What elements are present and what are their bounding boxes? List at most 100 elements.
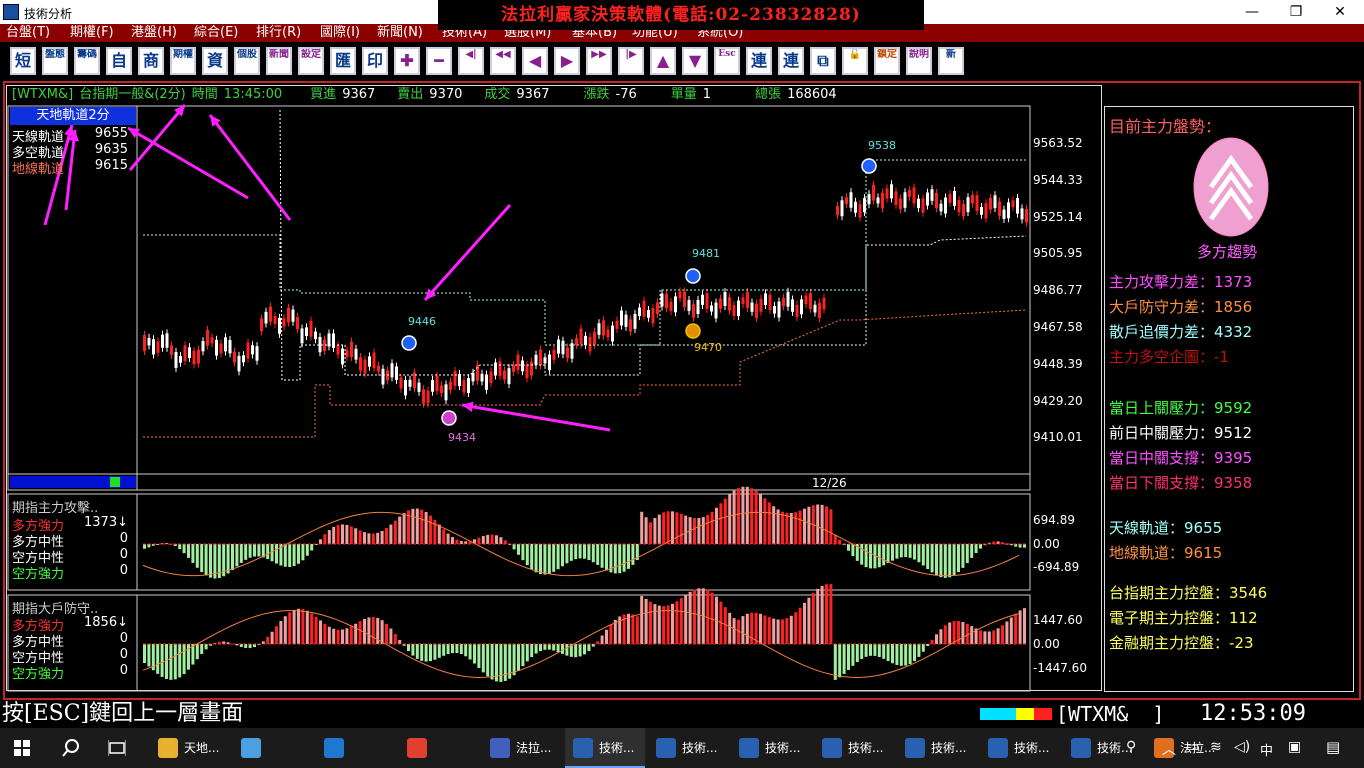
taskbar-app-icon xyxy=(573,738,593,758)
histogram-bar xyxy=(323,534,327,544)
volume-icon[interactable]: ◁) xyxy=(1234,739,1250,755)
task-view-icon[interactable] xyxy=(108,740,126,756)
histogram-bar xyxy=(209,544,212,578)
legend-value: 9615 xyxy=(94,158,128,173)
legend-label: 空方強力 xyxy=(12,667,65,682)
taskbar-item[interactable]: 技術... xyxy=(980,728,1060,768)
histogram-bar xyxy=(961,622,965,644)
histogram-bar xyxy=(583,644,586,655)
candle-body xyxy=(512,365,515,372)
candle-body xyxy=(179,356,182,363)
histogram-bar xyxy=(376,532,380,544)
axis-tick-label: 9448.39 xyxy=(1033,357,1083,371)
histogram-bar xyxy=(486,534,490,544)
histogram-bar xyxy=(248,544,252,558)
histogram-bar xyxy=(257,544,261,557)
histogram-bar xyxy=(987,631,991,644)
people-icon[interactable]: ⚲ xyxy=(1126,739,1136,755)
histogram-bar xyxy=(851,544,855,557)
taskbar-item[interactable]: 技術... xyxy=(648,728,728,768)
histogram-bar xyxy=(481,536,485,544)
sub1-title[interactable]: 期指主力攻擊.. xyxy=(12,497,98,516)
candle-body xyxy=(597,323,601,335)
candle-body xyxy=(309,320,313,337)
taskbar-item[interactable] xyxy=(316,728,396,768)
candle-body xyxy=(786,291,790,307)
histogram-bar xyxy=(728,494,732,544)
panel-row: 主力多空企圖：-1 xyxy=(1109,346,1229,367)
candle-body xyxy=(543,357,547,364)
histogram-bar xyxy=(305,544,309,556)
panel-row: 地線軌道：9615 xyxy=(1109,542,1222,563)
taskbar-item[interactable] xyxy=(399,728,479,768)
taskbar-item[interactable] xyxy=(233,728,313,768)
histogram-bar xyxy=(169,644,173,680)
candle-body xyxy=(773,305,776,314)
histogram-bar xyxy=(838,539,842,544)
histogram-bar xyxy=(842,644,846,674)
price-annotation: 9434 xyxy=(448,431,476,444)
candle-body xyxy=(804,295,808,305)
taskbar-item[interactable]: 技術... xyxy=(565,728,645,768)
histogram-bar xyxy=(679,513,683,544)
candle-body xyxy=(260,318,263,332)
taskbar-item[interactable]: 技術... xyxy=(814,728,894,768)
taskbar-item[interactable]: 技術... xyxy=(731,728,811,768)
annotation-arrow xyxy=(127,126,249,200)
search-icon[interactable] xyxy=(62,739,80,757)
histogram-bar xyxy=(292,544,296,567)
histogram-bar xyxy=(543,644,547,650)
windows-start-icon[interactable] xyxy=(14,740,30,756)
taskbar-item[interactable]: 技術... xyxy=(897,728,977,768)
histogram-bar xyxy=(327,626,331,644)
signal-marker-icon xyxy=(441,410,457,426)
candle-body xyxy=(233,351,236,363)
histogram-bar xyxy=(675,512,679,544)
candle-body xyxy=(993,195,997,209)
candle-body xyxy=(656,302,659,314)
histogram-bar xyxy=(869,544,872,569)
candle-body xyxy=(800,299,803,315)
signal-marker-icon xyxy=(685,323,701,339)
candle-body xyxy=(399,377,403,389)
keyboard-icon[interactable]: ▣ xyxy=(1288,739,1301,755)
candle-body xyxy=(809,293,812,310)
histogram-bar xyxy=(539,544,542,575)
histogram-bar xyxy=(393,634,397,644)
status-color-3 xyxy=(1016,708,1034,720)
panel-row: 台指期主力控盤：3546 xyxy=(1109,582,1267,603)
tray-chevron-icon[interactable]: ︿ xyxy=(1162,739,1176,759)
ime-indicator[interactable]: 中 xyxy=(1260,740,1273,759)
histogram-bar xyxy=(143,544,146,549)
histogram-bar xyxy=(266,636,270,644)
histogram-bar xyxy=(521,644,525,667)
histogram-bar xyxy=(235,544,239,567)
candle-body xyxy=(1020,208,1024,220)
candle-body xyxy=(764,293,767,305)
histogram-bar xyxy=(913,544,916,560)
histogram-bar xyxy=(728,612,732,644)
histogram-bar xyxy=(429,515,432,544)
taskbar-item-label: 技術... xyxy=(682,741,718,755)
histogram-bar xyxy=(451,644,454,654)
legend-value: 9635 xyxy=(94,142,128,157)
battery-icon[interactable]: ▭ xyxy=(1186,739,1199,755)
panel-row-label: 當日中關支撐： xyxy=(1109,449,1215,467)
histogram-bar xyxy=(943,544,947,578)
taskbar-item[interactable]: 法拉... xyxy=(482,728,562,768)
histogram-bar xyxy=(292,609,296,644)
histogram-bar xyxy=(649,522,652,544)
notification-icon[interactable]: ▤ xyxy=(1326,738,1340,756)
histogram-bar xyxy=(552,644,556,651)
histogram-bar xyxy=(332,526,336,544)
main-legend-title[interactable]: 天地軌道2分 xyxy=(10,107,136,125)
histogram-bar xyxy=(587,544,591,561)
taskbar-item-label: 技術... xyxy=(1014,741,1050,755)
wifi-icon[interactable]: ≋ xyxy=(1210,739,1222,755)
histogram-bar xyxy=(640,511,644,544)
legend-value: 0 xyxy=(119,647,128,662)
candle-body xyxy=(197,349,200,364)
candle-body xyxy=(404,379,407,396)
candle-body xyxy=(498,361,502,376)
taskbar-item[interactable]: 天地... xyxy=(150,728,230,768)
